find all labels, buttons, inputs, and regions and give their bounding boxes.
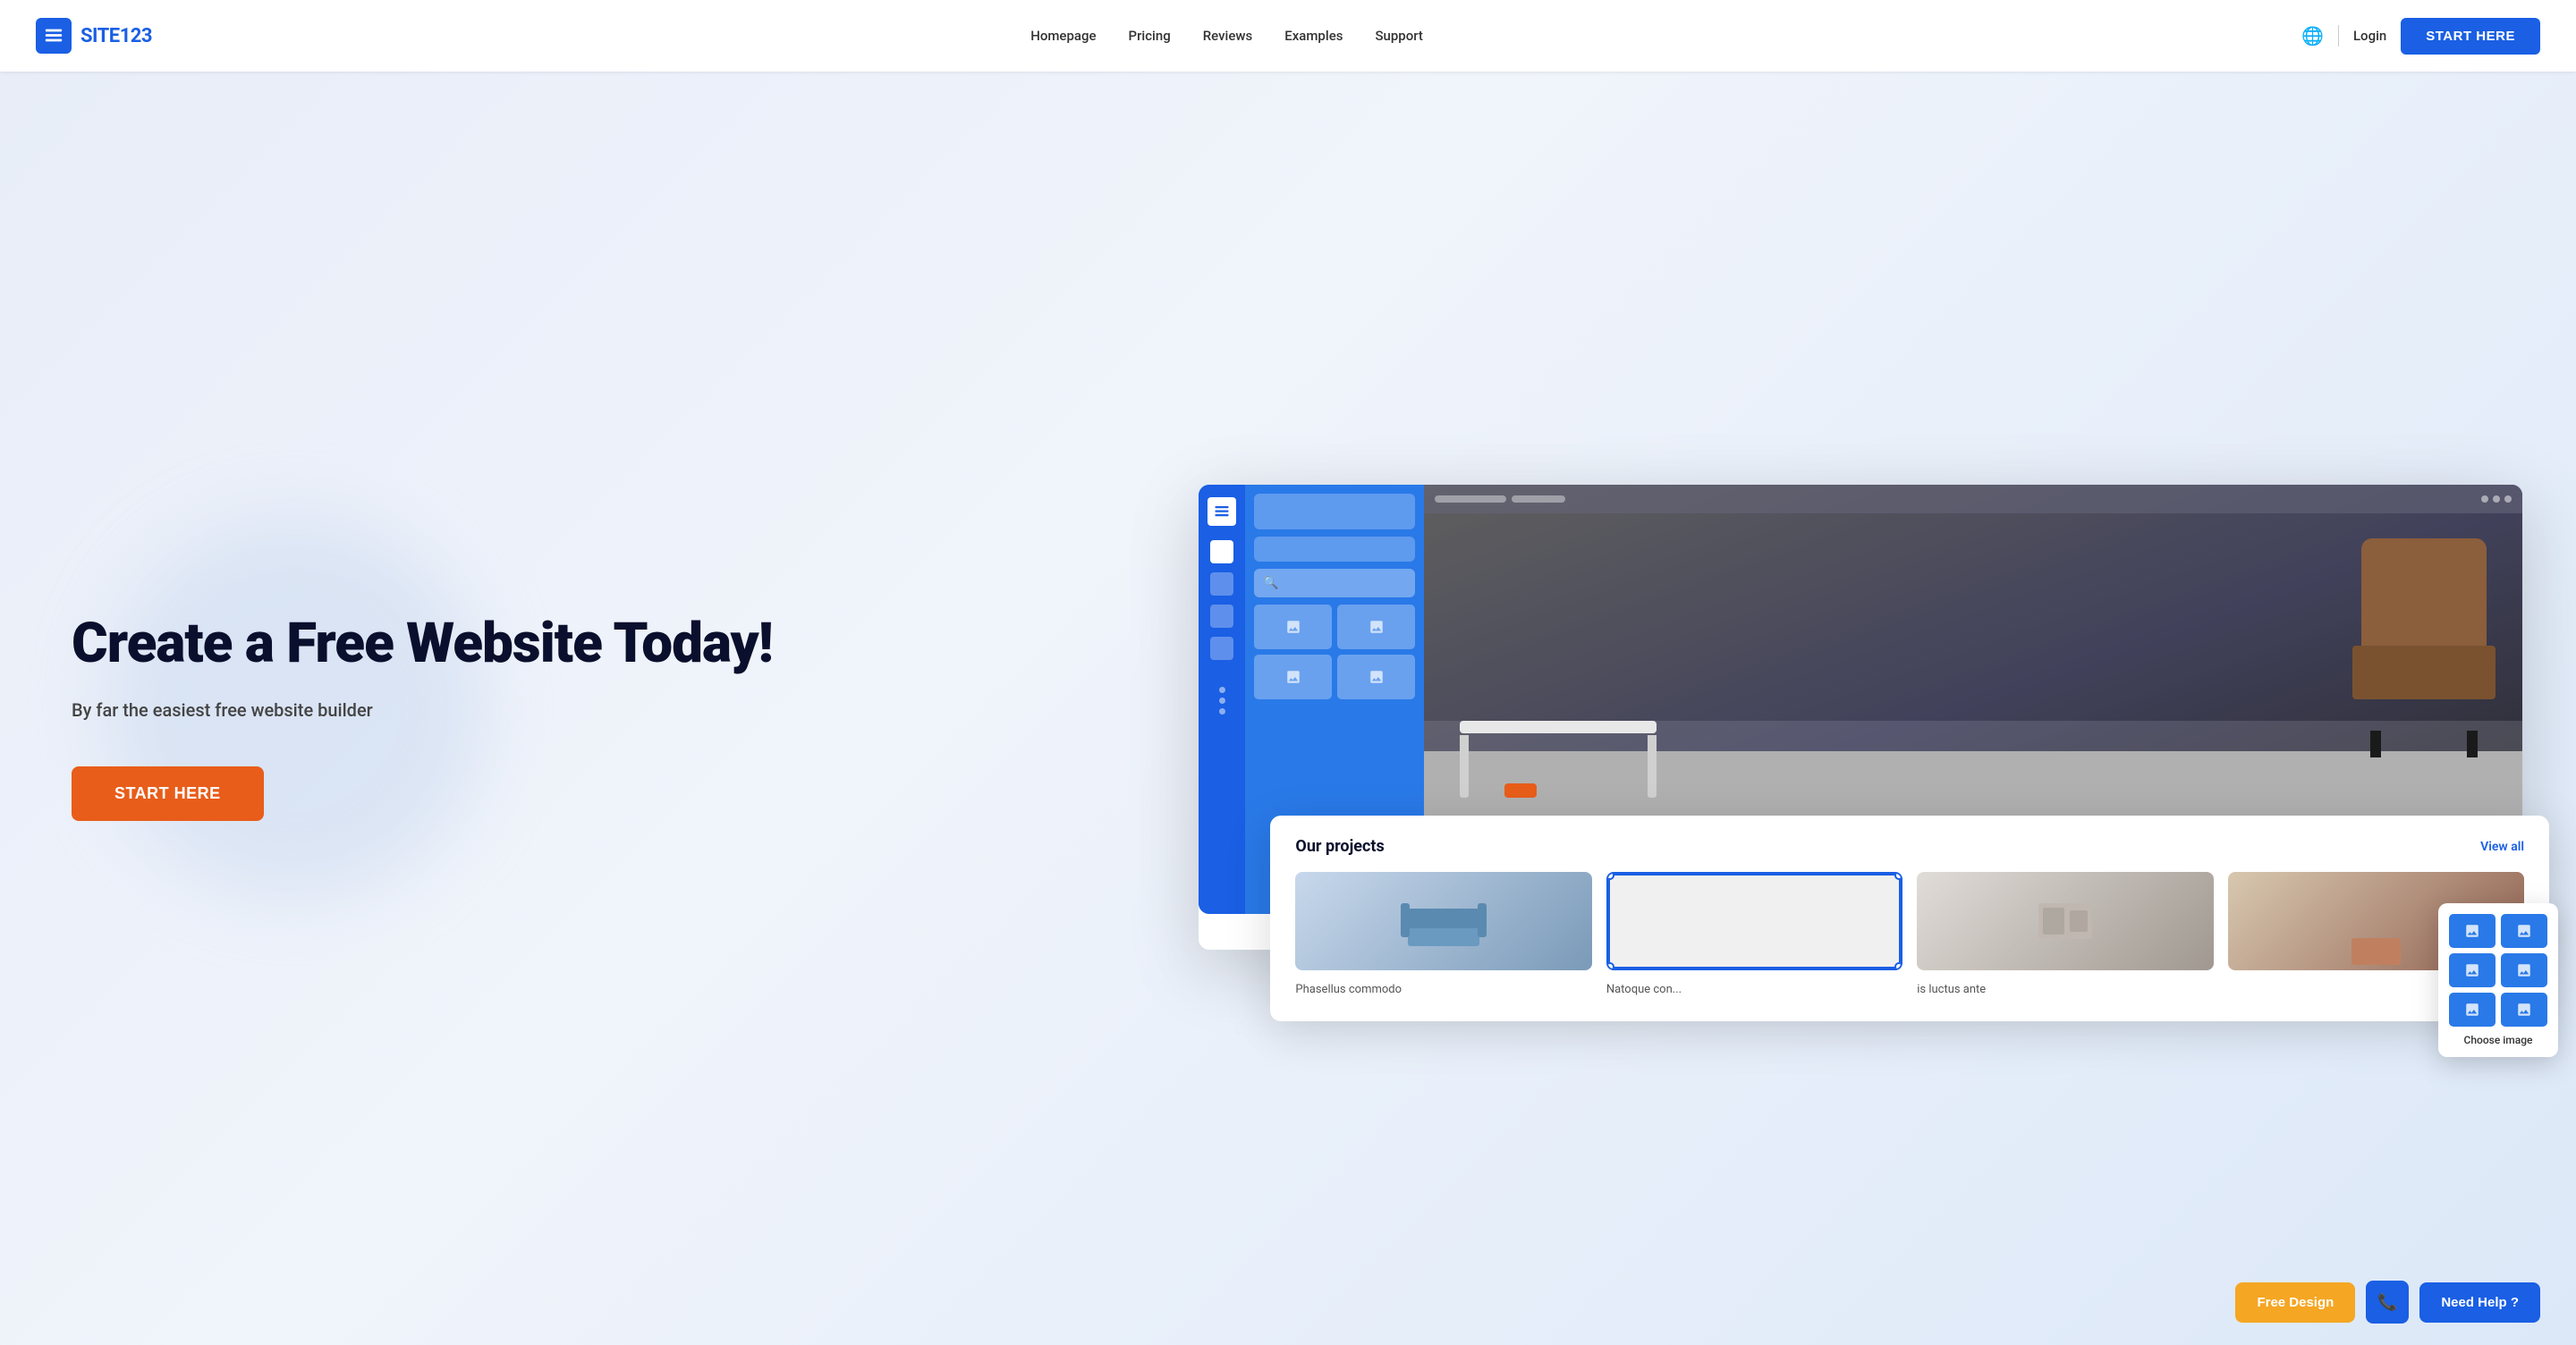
picker-item-2[interactable] bbox=[2501, 914, 2547, 948]
bottom-floats: Free Design 📞 Need Help ? bbox=[2235, 1281, 2540, 1324]
start-here-header-button[interactable]: START HERE bbox=[2401, 18, 2540, 55]
free-design-button[interactable]: Free Design bbox=[2235, 1282, 2355, 1323]
nav-homepage[interactable]: Homepage bbox=[1030, 28, 1096, 44]
project-label-1: Phasellus commodo bbox=[1295, 983, 1402, 996]
project-item-1: Phasellus commodo bbox=[1295, 872, 1591, 996]
project-label-2: Natoque con... bbox=[1606, 983, 1682, 996]
picker-label: Choose image bbox=[2449, 1034, 2547, 1046]
image-picker: Choose image bbox=[2438, 903, 2558, 1057]
hero-title: Create a Free Website Today! bbox=[72, 613, 1150, 674]
logo-text: SITE123 bbox=[80, 25, 152, 47]
picker-item-3[interactable] bbox=[2449, 953, 2496, 987]
sidebar-logo-icon bbox=[1214, 503, 1230, 520]
projects-card: Our projects View all bbox=[1270, 816, 2549, 1021]
sidebar-item-2[interactable] bbox=[1210, 572, 1233, 596]
panel-block-1 bbox=[1254, 494, 1415, 529]
sidebar-logo bbox=[1208, 497, 1236, 526]
main-nav: Homepage Pricing Reviews Examples Suppor… bbox=[1030, 28, 1423, 44]
sidebar-dot-1 bbox=[1219, 687, 1225, 693]
canvas-dot-1 bbox=[2481, 495, 2488, 503]
image-icon-2 bbox=[1368, 619, 1385, 635]
phone-icon: 📞 bbox=[2377, 1293, 2397, 1312]
chair-silhouette bbox=[2352, 538, 2496, 735]
project-img-inner-3 bbox=[1917, 872, 2213, 970]
picker-item-5[interactable] bbox=[2449, 993, 2496, 1027]
panel-grid-item-2[interactable] bbox=[1337, 605, 1415, 649]
image-icon-4 bbox=[1368, 669, 1385, 685]
need-help-button[interactable]: Need Help ? bbox=[2419, 1282, 2540, 1323]
project-img-inner-1 bbox=[1295, 872, 1591, 970]
nav-divider bbox=[2338, 25, 2339, 47]
sidebar-dot-3 bbox=[1219, 708, 1225, 715]
sidebar-dot-2 bbox=[1219, 698, 1225, 704]
hero-right: 🔍 bbox=[1199, 485, 2522, 950]
nav-pricing[interactable]: Pricing bbox=[1129, 28, 1171, 44]
login-link[interactable]: Login bbox=[2353, 28, 2386, 44]
canvas-header-block-2 bbox=[1512, 495, 1565, 503]
hero-section: Create a Free Website Today! By far the … bbox=[0, 72, 2576, 1345]
nav-reviews[interactable]: Reviews bbox=[1203, 28, 1253, 44]
hero-left: Create a Free Website Today! By far the … bbox=[72, 613, 1150, 820]
picker-icon-4 bbox=[2516, 962, 2532, 978]
project-item-3: is luctus ante bbox=[1917, 872, 2213, 996]
projects-card-header: Our projects View all bbox=[1295, 837, 2524, 856]
picker-item-4[interactable] bbox=[2501, 953, 2547, 987]
picker-icon-2 bbox=[2516, 923, 2532, 939]
sidebar-item-3[interactable] bbox=[1210, 605, 1233, 628]
nav-examples[interactable]: Examples bbox=[1284, 28, 1343, 44]
sidebar-item-1[interactable] bbox=[1210, 540, 1233, 563]
panel-block-2 bbox=[1254, 537, 1415, 562]
chair-leg-left bbox=[2370, 731, 2381, 757]
panel-grid-item-4[interactable] bbox=[1337, 655, 1415, 699]
panel-grid-item-1[interactable] bbox=[1254, 605, 1332, 649]
picker-icon-1 bbox=[2464, 923, 2480, 939]
canvas-cta-button bbox=[1504, 783, 1537, 798]
globe-icon[interactable]: 🌐 bbox=[2301, 25, 2324, 47]
browser-mockup: 🔍 bbox=[1199, 485, 2522, 950]
canvas-header-block-1 bbox=[1435, 495, 1506, 503]
nav-support[interactable]: Support bbox=[1375, 28, 1422, 44]
sidebar-dots bbox=[1219, 687, 1225, 715]
picker-icon-5 bbox=[2464, 1002, 2480, 1018]
logo[interactable]: SITE123 bbox=[36, 18, 152, 54]
project-img-inner-2 bbox=[1608, 874, 1901, 969]
header: SITE123 Homepage Pricing Reviews Example… bbox=[0, 0, 2576, 72]
hero-subtitle: By far the easiest free website builder bbox=[72, 697, 1150, 723]
phone-button[interactable]: 📞 bbox=[2366, 1281, 2409, 1324]
picker-item-1[interactable] bbox=[2449, 914, 2496, 948]
table-silhouette bbox=[1460, 721, 1657, 798]
picker-grid bbox=[2449, 914, 2547, 1027]
picker-item-6[interactable] bbox=[2501, 993, 2547, 1027]
canvas-dot-2 bbox=[2493, 495, 2500, 503]
chair-back bbox=[2361, 538, 2487, 655]
panel-search[interactable]: 🔍 bbox=[1254, 569, 1415, 597]
start-here-hero-button[interactable]: START HERE bbox=[72, 766, 264, 821]
project-img-3 bbox=[1917, 872, 2213, 970]
chair-seat bbox=[2352, 646, 2496, 699]
projects-title: Our projects bbox=[1295, 837, 1384, 856]
project-label-3: is luctus ante bbox=[1917, 983, 1986, 996]
sidebar-item-4[interactable] bbox=[1210, 637, 1233, 660]
picker-icon-3 bbox=[2464, 962, 2480, 978]
editor-sidebar bbox=[1199, 485, 1245, 914]
project-img-1 bbox=[1295, 872, 1591, 970]
panel-grid-item-3[interactable] bbox=[1254, 655, 1332, 699]
project-item-2: Natoque con... bbox=[1606, 872, 1902, 996]
picker-icon-6 bbox=[2516, 1002, 2532, 1018]
project-img-2 bbox=[1606, 872, 1902, 970]
chair-leg-right bbox=[2467, 731, 2478, 757]
canvas-dot-3 bbox=[2504, 495, 2512, 503]
search-icon: 🔍 bbox=[1263, 576, 1278, 590]
projects-view-all[interactable]: View all bbox=[2480, 840, 2524, 854]
logo-svg bbox=[44, 26, 64, 46]
image-icon-1 bbox=[1285, 619, 1301, 635]
canvas-dots bbox=[2481, 495, 2512, 503]
nav-right: 🌐 Login START HERE bbox=[2301, 18, 2540, 55]
panel-grid bbox=[1254, 605, 1415, 699]
image-icon-3 bbox=[1285, 669, 1301, 685]
logo-icon bbox=[36, 18, 72, 54]
projects-grid: Phasellus commodo bbox=[1295, 872, 2524, 996]
canvas-header-bar bbox=[1424, 485, 2522, 513]
